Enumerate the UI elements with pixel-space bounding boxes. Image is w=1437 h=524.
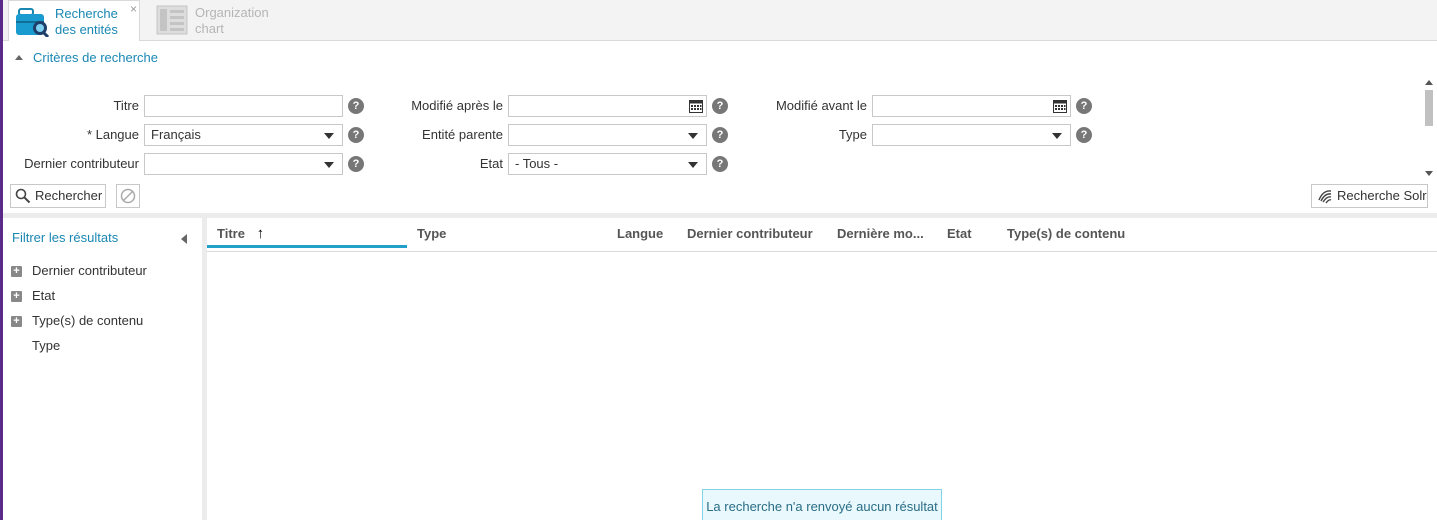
collapse-up-icon	[15, 55, 23, 61]
search-button-label: Rechercher	[35, 188, 103, 203]
modifie-avant-help-icon[interactable]: ?	[1076, 98, 1092, 114]
filter-item-etat[interactable]: + Etat	[11, 288, 55, 303]
tab-label-line2: des entités	[55, 22, 118, 37]
entite-parente-help-icon[interactable]: ?	[712, 127, 728, 143]
expand-plus-icon[interactable]: +	[11, 266, 22, 278]
tab-label-line2: chart	[195, 21, 224, 36]
column-header-derniere-modification[interactable]: Dernière mo...	[837, 218, 942, 250]
entite-parente-select[interactable]	[508, 124, 707, 146]
column-header-types-de-contenu[interactable]: Type(s) de contenu	[1007, 218, 1207, 250]
dernier-contributeur-help-icon[interactable]: ?	[348, 156, 364, 172]
chevron-down-icon	[688, 162, 698, 168]
filter-item-label: Dernier contributeur	[32, 263, 147, 278]
column-header-etat[interactable]: Etat	[947, 218, 997, 250]
search-button[interactable]: Rechercher	[10, 184, 106, 208]
modifie-avant-date-field[interactable]	[872, 95, 1071, 117]
entite-parente-label: Entité parente	[422, 127, 503, 142]
criteria-scrollbar[interactable]	[1423, 78, 1435, 178]
search-criteria-toggle[interactable]: Critères de recherche	[15, 50, 158, 65]
expand-plus-icon[interactable]: +	[11, 316, 22, 328]
results-grid: Titre ↑ Type Langue Dernier contributeur…	[207, 218, 1437, 520]
titre-label: Titre	[113, 98, 139, 113]
cancel-icon	[120, 188, 136, 204]
column-header-titre[interactable]: Titre ↑	[207, 218, 407, 248]
filter-item-label: Type	[32, 338, 61, 353]
column-header-label: Titre	[217, 226, 245, 241]
search-icon	[15, 188, 31, 204]
tab-organization-chart[interactable]: Organization chart	[149, 0, 289, 40]
tab-label-line1: Organization	[195, 5, 269, 20]
tab-search-entities-label: Recherche des entités	[55, 6, 118, 38]
chevron-down-icon	[324, 162, 334, 168]
titre-input[interactable]	[144, 95, 343, 117]
column-header-langue[interactable]: Langue	[617, 218, 677, 250]
search-criteria-label: Critères de recherche	[33, 50, 158, 65]
scrollbar-thumb[interactable]	[1425, 90, 1433, 126]
filter-item-type[interactable]: Type	[11, 338, 60, 353]
expand-plus-icon[interactable]: +	[11, 291, 22, 303]
org-chart-icon	[156, 5, 188, 35]
etat-value: - Tous -	[515, 156, 559, 171]
langue-select[interactable]: Français	[144, 124, 343, 146]
chevron-down-icon	[688, 133, 698, 139]
type-help-icon[interactable]: ?	[1076, 127, 1092, 143]
filter-panel-title: Filtrer les résultats	[12, 230, 119, 245]
langue-help-icon[interactable]: ?	[348, 127, 364, 143]
solr-icon	[1318, 190, 1332, 204]
modifie-avant-label: Modifié avant le	[775, 98, 867, 113]
chevron-down-icon	[1052, 133, 1062, 139]
column-header-type[interactable]: Type	[417, 218, 607, 250]
column-header-dernier-contributeur[interactable]: Dernier contributeur	[687, 218, 832, 250]
dernier-contributeur-select[interactable]	[144, 153, 343, 175]
calendar-icon[interactable]	[1053, 99, 1067, 113]
sort-ascending-icon: ↑	[256, 225, 265, 242]
langue-label: * Langue	[86, 127, 139, 142]
briefcase-search-icon	[16, 8, 49, 37]
modifie-apres-label: Modifié après le	[411, 98, 503, 113]
langue-value: Français	[151, 127, 201, 142]
type-label: Type	[838, 127, 867, 142]
scroll-up-icon[interactable]	[1425, 80, 1433, 85]
tab-close-icon[interactable]: ×	[130, 3, 137, 15]
tab-organization-chart-label: Organization chart	[195, 5, 269, 37]
filter-item-dernier-contributeur[interactable]: + Dernier contributeur	[11, 263, 147, 278]
filter-item-label: Etat	[32, 288, 56, 303]
filter-item-label: Type(s) de contenu	[32, 313, 144, 328]
modifie-apres-date-field[interactable]	[508, 95, 707, 117]
solr-search-button[interactable]: Recherche Solr	[1311, 184, 1428, 208]
solr-search-label: Recherche Solr	[1337, 188, 1427, 203]
empty-results-message: La recherche n'a renvoyé aucun résultat	[702, 489, 942, 520]
tab-bar: Recherche des entités × Organization cha…	[3, 0, 1437, 41]
modifie-apres-help-icon[interactable]: ?	[712, 98, 728, 114]
etat-label: Etat	[479, 156, 503, 171]
etat-select[interactable]: - Tous -	[508, 153, 707, 175]
grid-header: Titre ↑ Type Langue Dernier contributeur…	[207, 218, 1437, 252]
chevron-down-icon	[324, 133, 334, 139]
titre-help-icon[interactable]: ?	[348, 98, 364, 114]
tab-search-entities[interactable]: Recherche des entités ×	[8, 0, 140, 41]
etat-help-icon[interactable]: ?	[712, 156, 728, 172]
reset-button[interactable]	[116, 184, 140, 208]
tab-label-line1: Recherche	[55, 6, 118, 21]
collapse-left-icon[interactable]	[181, 234, 187, 244]
type-select[interactable]	[872, 124, 1071, 146]
calendar-icon[interactable]	[689, 99, 703, 113]
filter-panel: Filtrer les résultats + Dernier contribut…	[3, 218, 202, 520]
scroll-down-icon[interactable]	[1425, 171, 1433, 176]
dernier-contributeur-label: Dernier contributeur	[24, 156, 139, 171]
filter-item-types-de-contenu[interactable]: + Type(s) de contenu	[11, 313, 143, 328]
